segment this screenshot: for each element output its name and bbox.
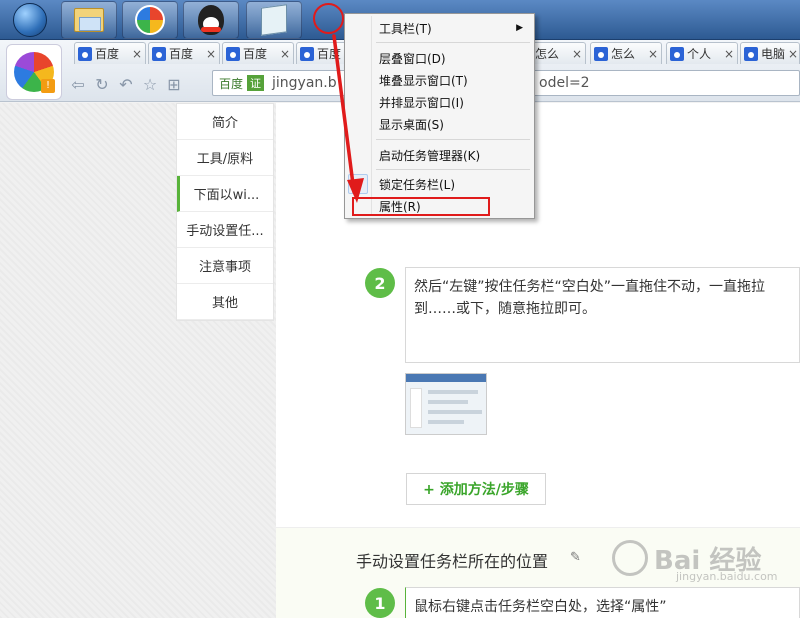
browser-tab[interactable]: 百度 × [148, 42, 220, 64]
tab-close-icon[interactable]: × [569, 47, 582, 61]
browser-tab[interactable]: 怎么 × [590, 42, 662, 64]
favorite-star-icon[interactable]: ☆ [138, 72, 162, 96]
menu-separator [376, 42, 530, 43]
highlight-box-annotation [352, 197, 490, 216]
taskbar-context-menu: 工具栏(T) ▶ 层叠窗口(D) 堆叠显示窗口(T) 并排显示窗口(I) 显示桌… [344, 13, 535, 219]
apps-grid-icon[interactable]: ⊞ [162, 72, 186, 96]
qq-taskbar-button[interactable] [183, 1, 239, 39]
submenu-arrow-icon: ▶ [516, 23, 523, 33]
windows-logo-icon [13, 3, 47, 37]
tab-label: 百度 [317, 47, 342, 61]
tab-label: 电脑 [761, 47, 786, 61]
step-screenshot-thumbnail[interactable] [405, 373, 487, 435]
tab-label: 怎么 [611, 47, 636, 61]
menu-item-show-desktop[interactable]: 显示桌面(S) [348, 113, 531, 135]
folder-icon [74, 8, 104, 32]
url-text-end: odel=2 [539, 75, 590, 91]
thumbnail-line [428, 400, 468, 404]
tab-label: 个人 [687, 47, 712, 61]
watermark-subtext: jingyan.baidu.com [676, 570, 778, 583]
baidu-paw-icon [300, 46, 314, 61]
sidebar-item-other[interactable]: 其他 [177, 284, 273, 320]
sidebar-item-intro[interactable]: 简介 [177, 104, 273, 140]
tab-close-icon[interactable]: × [645, 47, 658, 61]
baidu-paw-icon [152, 46, 166, 61]
penguin-icon [198, 5, 224, 35]
sidebar-item-notes[interactable]: 注意事项 [177, 248, 273, 284]
notepad-icon [261, 4, 287, 36]
menu-item-task-manager[interactable]: 启动任务管理器(K) [348, 144, 531, 166]
baidu-paw-watermark-icon [612, 540, 648, 576]
menu-item-cascade-windows[interactable]: 层叠窗口(D) [348, 47, 531, 69]
warning-badge-icon: ! [41, 79, 55, 93]
start-button[interactable] [4, 1, 56, 39]
sidebar-item-method-1[interactable]: 下面以wi... [177, 176, 273, 212]
menu-item-label: 启动任务管理器(K) [379, 148, 481, 163]
thumbnail-line [428, 420, 464, 424]
menu-item-label: 层叠窗口(D) [379, 51, 446, 66]
menu-item-toolbars[interactable]: 工具栏(T) ▶ [348, 17, 531, 39]
step-text-box: 鼠标右键点击任务栏空白处，选择“属性” [405, 587, 800, 618]
notepad-taskbar-button[interactable] [246, 1, 302, 39]
refresh-icon[interactable]: ↻ [90, 72, 114, 96]
tab-close-icon[interactable]: × [277, 47, 290, 61]
pinwheel-icon [135, 5, 165, 35]
thumbnail-line [428, 390, 478, 394]
edit-pencil-icon[interactable]: ✎ [570, 550, 581, 565]
sidebar-item-method-2[interactable]: 手动设置任... [177, 212, 273, 248]
browser-logo-icon[interactable]: ! [6, 44, 62, 100]
menu-separator [376, 139, 530, 140]
tab-close-icon[interactable]: × [203, 47, 216, 61]
step-text: 鼠标右键点击任务栏空白处，选择“属性” [414, 599, 667, 615]
highlight-circle-annotation [313, 3, 344, 34]
menu-item-label: 锁定任务栏(L) [379, 177, 456, 192]
step-number-badge: 2 [365, 268, 395, 298]
sidebar-item-tools[interactable]: 工具/原料 [177, 140, 273, 176]
article-sidebar-nav: 简介 工具/原料 下面以wi... 手动设置任... 注意事项 其他 [176, 103, 274, 321]
navigation-buttons: ⇦ ↻ ↶ ☆ ⊞ [66, 70, 186, 98]
menu-item-stack-windows[interactable]: 堆叠显示窗口(T) [348, 69, 531, 91]
menu-item-label: 并排显示窗口(I) [379, 95, 464, 110]
explorer-taskbar-button[interactable] [61, 1, 117, 39]
step-text: 然后“左键”按住任务栏“空白处”一直拖住不动，一直拖拉到……或下，随意拖拉即可。 [414, 279, 766, 317]
verified-badge: 证 [247, 75, 265, 91]
baidu-paw-icon [226, 46, 240, 61]
menu-item-lock-taskbar[interactable]: 锁定任务栏(L) [348, 173, 531, 195]
thumbnail-line [428, 410, 482, 414]
tab-close-icon[interactable]: × [129, 47, 142, 61]
step-text-box: 然后“左键”按住任务栏“空白处”一直拖住不动，一直拖拉到……或下，随意拖拉即可。 [405, 267, 800, 363]
browser-tab[interactable]: 百度 × [222, 42, 294, 64]
browser-tab[interactable]: 个人 × [666, 42, 738, 64]
step-number-badge: 1 [365, 588, 395, 618]
tab-close-icon[interactable]: × [721, 47, 734, 61]
browser-tab[interactable]: 电脑 × [740, 42, 800, 64]
baidu-jingyan-watermark: Bai 经验 jingyan.baidu.com [612, 530, 778, 586]
tab-close-icon[interactable]: × [785, 47, 798, 61]
thumbnail-bar [406, 374, 486, 382]
menu-item-label: 工具栏(T) [379, 21, 432, 36]
baidu-paw-icon [594, 46, 608, 61]
site-label: 百度 [219, 76, 244, 91]
menu-item-label: 堆叠显示窗口(T) [379, 73, 468, 88]
add-step-button[interactable]: + 添加方法/步骤 [406, 473, 546, 505]
baidu-paw-icon [670, 46, 684, 61]
tab-label: 百度 [169, 47, 194, 61]
baidu-paw-icon [78, 46, 92, 61]
thumbnail-sidebar [410, 388, 422, 428]
section-title: 手动设置任务栏所在的位置 [356, 552, 549, 571]
tab-label: 怎么 [535, 47, 560, 61]
url-text-start: jingyan.b [272, 75, 337, 91]
back-icon[interactable]: ⇦ [66, 72, 90, 96]
baidu-paw-icon [744, 46, 758, 61]
menu-separator [376, 169, 530, 170]
undo-icon[interactable]: ↶ [114, 72, 138, 96]
tab-label: 百度 [243, 47, 268, 61]
360-browser-taskbar-button[interactable] [122, 1, 178, 39]
menu-item-label: 显示桌面(S) [379, 117, 444, 132]
tab-label: 百度 [95, 47, 120, 61]
menu-item-side-by-side[interactable]: 并排显示窗口(I) [348, 91, 531, 113]
browser-tab[interactable]: 百度 × [74, 42, 146, 64]
